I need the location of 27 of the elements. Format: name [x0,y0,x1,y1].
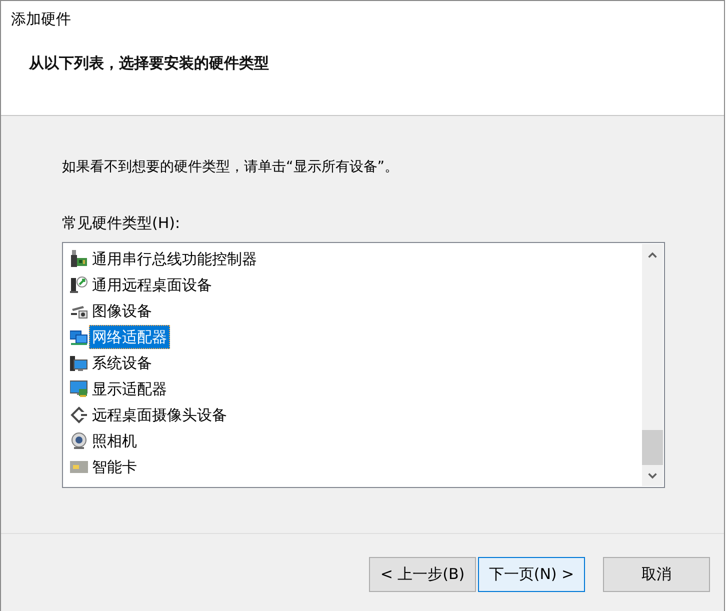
instruction-text: 如果看不到想要的硬件类型，请单击“显示所有设备”。 [62,158,399,177]
network-monitors-icon [70,328,88,346]
hardware-type-item[interactable]: 图像设备 [89,299,155,323]
computer-icon [70,354,88,372]
hardware-type-item[interactable]: 照相机 [89,429,140,453]
hardware-type-item[interactable]: 显示适配器 [89,377,170,401]
monitor-card-icon [70,380,88,398]
page-heading: 从以下列表，选择要安装的硬件类型 [29,53,269,73]
window-title: 添加硬件 [11,9,71,29]
webcam-icon [70,432,88,450]
card-chip-icon [70,458,88,476]
plug-board-icon [70,250,88,268]
tower-arrow-circle-icon [70,276,88,294]
next-button[interactable]: 下一页(N) > [478,557,585,592]
hardware-type-item[interactable]: 系统设备 [89,351,155,375]
back-button[interactable]: < 上一步(B) [369,557,476,592]
hardware-type-item[interactable]: 通用串行总线功能控制器 [89,247,260,271]
chevron-down-icon [648,472,657,478]
chevron-up-icon [648,252,657,258]
hardware-type-item[interactable]: 通用远程桌面设备 [89,273,215,297]
list-label: 常见硬件类型(H): [62,213,180,233]
scrollbar-thumb[interactable] [642,430,663,465]
hardware-type-item[interactable]: 网络适配器 [89,325,170,349]
hardware-type-item[interactable]: 远程桌面摄像头设备 [89,403,230,427]
diamond-arrow-icon [70,406,88,424]
cancel-button[interactable]: 取消 [603,557,710,592]
hardware-type-item[interactable]: 智能卡 [89,455,140,479]
